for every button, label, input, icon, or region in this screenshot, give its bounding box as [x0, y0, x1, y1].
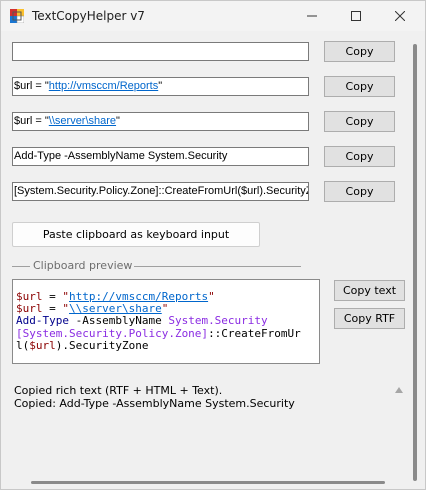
status-log[interactable]: Copied rich text (RTF + HTML + Text). Co…: [12, 381, 408, 486]
field-text: [System.Security.Policy.Zone]::CreateFro…: [14, 185, 309, 197]
preview-type: System.Security: [168, 314, 268, 328]
maximize-button[interactable]: [334, 1, 378, 31]
maximize-icon: [351, 11, 361, 21]
text-field-3[interactable]: $url = "\\server\share": [12, 112, 309, 131]
app-icon: [10, 9, 24, 23]
title-bar[interactable]: TextCopyHelper v7: [1, 1, 425, 31]
group-divider-right: [125, 266, 301, 267]
log-scroll-up-icon[interactable]: [395, 387, 403, 393]
preview-keyword: Add-Type: [16, 314, 69, 328]
app-window: TextCopyHelper v7 Copy $url = "http://vm…: [0, 0, 426, 490]
preview-variable: $url: [29, 338, 56, 352]
preview-variable: $url: [16, 302, 43, 316]
preview-quote: ": [161, 302, 169, 316]
copy-button-5[interactable]: Copy: [324, 181, 395, 202]
copy-button-2[interactable]: Copy: [324, 76, 395, 97]
group-divider-left: [12, 266, 30, 267]
close-icon: [395, 11, 405, 21]
paste-as-keyboard-button[interactable]: Paste clipboard as keyboard input: [12, 222, 260, 247]
field-text-suffix: ": [116, 115, 120, 127]
vertical-scrollbar[interactable]: [413, 44, 417, 481]
preview-text: =: [42, 302, 63, 316]
field-link[interactable]: http://vmsccm/Reports: [49, 80, 158, 92]
field-link[interactable]: \\server\share: [49, 115, 116, 127]
copy-button-1[interactable]: Copy: [324, 41, 395, 62]
copy-rtf-button[interactable]: Copy RTF: [334, 308, 405, 329]
preview-link[interactable]: http://vmsccm/Reports: [69, 290, 208, 303]
copy-button-3[interactable]: Copy: [324, 111, 395, 132]
preview-quote: ": [208, 290, 215, 303]
preview-text: ).SecurityZone: [55, 338, 149, 352]
field-text: Add-Type -AssemblyName System.Security: [14, 150, 228, 162]
preview-text: -AssemblyName: [68, 314, 169, 328]
minimize-button[interactable]: [290, 1, 334, 31]
text-field-4[interactable]: Add-Type -AssemblyName System.Security: [12, 147, 309, 166]
window-title: TextCopyHelper v7: [32, 9, 145, 23]
preview-text: l(: [16, 338, 30, 352]
text-field-1[interactable]: [12, 42, 309, 61]
field-text-prefix: $url = ": [14, 115, 49, 127]
preview-quote: ": [62, 290, 69, 303]
log-line: Copied: Add-Type -AssemblyName System.Se…: [14, 397, 295, 410]
copy-text-button[interactable]: Copy text: [334, 280, 405, 301]
client-area: Copy $url = "http://vmsccm/Reports" Copy…: [1, 31, 425, 489]
minimize-icon: [307, 15, 317, 17]
log-line: Copied rich text (RTF + HTML + Text).: [14, 384, 223, 397]
clipboard-preview-box[interactable]: $url = "http://vmsccm/Reports" $url = "\…: [12, 279, 320, 364]
preview-link[interactable]: \\server\share: [69, 302, 162, 315]
preview-quote: ": [62, 302, 69, 316]
close-button[interactable]: [378, 1, 422, 31]
text-field-2[interactable]: $url = "http://vmsccm/Reports": [12, 77, 309, 96]
preview-type: [System.Security.Policy.Zone]: [16, 326, 209, 340]
preview-variable: $url: [16, 290, 43, 303]
clipboard-preview-label: Clipboard preview: [31, 259, 135, 272]
field-text-suffix: ": [158, 80, 163, 92]
preview-line-5: l($url).SecurityZone: [16, 338, 319, 352]
text-field-5[interactable]: [System.Security.Policy.Zone]::CreateFro…: [12, 182, 309, 201]
preview-text: ::CreateFromUr: [208, 326, 301, 340]
copy-button-4[interactable]: Copy: [324, 146, 395, 167]
preview-text: =: [42, 290, 63, 303]
horizontal-scrollbar[interactable]: [31, 481, 385, 484]
field-text-prefix: $url = ": [14, 80, 49, 92]
